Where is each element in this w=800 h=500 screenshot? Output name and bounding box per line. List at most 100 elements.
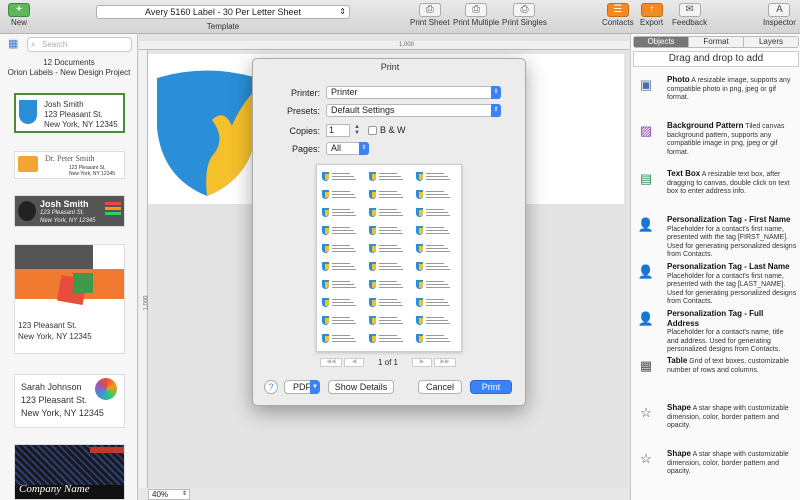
shield-logo[interactable]	[152, 68, 262, 200]
print-button[interactable]: Print	[470, 380, 512, 394]
thumb-line: Josh Smith	[44, 100, 84, 109]
preview-text-line	[426, 341, 450, 342]
show-details-button[interactable]: Show Details	[328, 380, 394, 394]
avatar	[18, 201, 36, 221]
pages-select[interactable]: All ⇕	[326, 142, 369, 155]
shield-logo	[369, 208, 376, 217]
object-table[interactable]: ▦ Table Grid of text boxes, customizable…	[637, 356, 797, 387]
preview-text-line	[426, 284, 448, 285]
preview-text-line	[379, 302, 401, 303]
preview-text-line	[332, 233, 356, 234]
object-shape[interactable]: ☆ Shape A star shape with customizable d…	[637, 449, 797, 486]
preview-text-line	[332, 335, 350, 336]
preview-text-line	[426, 194, 448, 195]
preview-text-line	[379, 191, 397, 192]
printer-icon: ⎙	[513, 3, 536, 17]
preview-text-line	[379, 215, 403, 216]
preview-text-line	[379, 317, 397, 318]
copies-stepper[interactable]: ▲ ▼	[353, 124, 361, 137]
envelope-icon: ✉	[678, 3, 701, 17]
document-thumb-4[interactable]: 123 Pleasant St. New York, NY 12345	[14, 244, 125, 354]
preview-text-line	[379, 269, 403, 270]
preview-label	[415, 171, 455, 185]
preview-text-line	[426, 269, 450, 270]
new-label: New	[10, 18, 27, 27]
document-thumb-3[interactable]: Josh Smith 123 Pleasant St. New York, NY…	[14, 195, 125, 227]
tab-format[interactable]: Format	[689, 37, 744, 47]
document-thumb-6[interactable]: Company Name	[14, 444, 125, 500]
help-button[interactable]: ?	[264, 380, 278, 394]
printer-select[interactable]: Printer ⇕	[326, 86, 501, 99]
print-sheet-button[interactable]: ⎙ Print Sheet	[410, 3, 450, 27]
preview-text-line	[426, 338, 448, 339]
object-text: Personalization Tag - Full Address Placeh…	[667, 309, 797, 355]
tab-layers[interactable]: Layers	[744, 37, 798, 47]
object-tag-last-name[interactable]: 👤 Personalization Tag - Last Name Placeho…	[637, 262, 797, 307]
feedback-button[interactable]: ✉ Feedback	[672, 3, 707, 27]
preview-text-line	[332, 176, 354, 177]
document-count: 12 Documents Orion Labels - New Design P…	[0, 58, 138, 78]
preview-text-line	[426, 281, 444, 282]
object-tag-first-name[interactable]: 👤 Personalization Tag - First Name Placeh…	[637, 215, 797, 260]
object-title: Personalization Tag - First Name	[667, 215, 791, 224]
preview-label	[368, 243, 408, 257]
document-thumb-2[interactable]: Dr. Peter Smith 123 Pleasant St. New Yor…	[14, 151, 125, 179]
shield-logo	[416, 316, 423, 325]
preview-text-line	[379, 227, 397, 228]
search-field[interactable]: ⌕ Search	[27, 37, 132, 52]
printer-value: Printer	[331, 87, 358, 97]
preview-text-line	[426, 191, 444, 192]
prev-page-button[interactable]: ◀	[344, 358, 364, 367]
toolbar: + New Avery 5160 Label - 30 Per Letter S…	[0, 0, 800, 34]
cancel-button[interactable]: Cancel	[418, 380, 462, 394]
object-photo[interactable]: ▣ Photo A resizable image, supports any …	[637, 75, 797, 116]
export-button[interactable]: ↑ Export	[640, 3, 663, 27]
documents-sidebar: ▦ ⌕ Search 12 Documents Orion Labels - N…	[0, 34, 138, 500]
document-thumb-5[interactable]: Sarah Johnson 123 Pleasant St. New York,…	[14, 374, 125, 428]
preview-text-line	[332, 179, 356, 180]
print-multiple-button[interactable]: ⎙ Print Multiple	[453, 3, 499, 27]
preview-label	[368, 279, 408, 293]
presets-select[interactable]: Default Settings ⇕	[326, 104, 501, 117]
inspector-button[interactable]: A Inspector	[763, 3, 796, 27]
contacts-button[interactable]: ☰ Contacts	[602, 3, 634, 27]
template-select[interactable]: Avery 5160 Label - 30 Per Letter Sheet ⇕	[96, 5, 350, 19]
bw-checkbox[interactable]	[368, 126, 377, 135]
object-tag-full-address[interactable]: 👤 Personalization Tag - Full Address Plac…	[637, 309, 797, 355]
copies-label: Copies:	[289, 126, 320, 136]
project-name: Orion Labels - New Design Project	[7, 68, 131, 77]
chevron-down-icon: ▼	[310, 380, 320, 394]
next-page-button[interactable]: ▶	[412, 358, 432, 367]
print-singles-button[interactable]: ⎙ Print Singles	[502, 3, 547, 27]
first-page-button[interactable]: ◀◀	[320, 358, 342, 367]
preview-text-line	[332, 251, 356, 252]
preview-label	[321, 189, 361, 203]
zoom-value: 40%	[152, 490, 169, 499]
pdf-menu-button[interactable]: PDF ▼	[284, 380, 320, 394]
grid-icon[interactable]: ▦	[8, 38, 22, 50]
object-background-pattern[interactable]: ▨ Background Pattern Tiled canvas backgr…	[637, 121, 797, 162]
preview-label	[415, 207, 455, 221]
object-text-box[interactable]: ▤ Text Box A resizable text box, after d…	[637, 169, 797, 210]
tab-objects[interactable]: Objects	[634, 37, 689, 47]
preview-text-line	[379, 233, 403, 234]
star-icon: ☆	[640, 405, 652, 420]
object-shape[interactable]: ☆ Shape A star shape with customizable d…	[637, 403, 797, 440]
shield-logo	[416, 208, 423, 217]
preview-text-line	[332, 191, 350, 192]
new-button[interactable]: + New	[8, 3, 30, 27]
preview-label	[321, 315, 361, 329]
thumb-line: New York, NY 12345	[21, 408, 104, 418]
object-desc: Placeholder for a contact's first name, …	[667, 272, 797, 306]
preview-text-line	[332, 317, 350, 318]
table-icon: ▦	[639, 358, 653, 373]
thumb-line: 123 Pleasant St.	[40, 210, 85, 216]
document-thumb-1[interactable]: Josh Smith 123 Pleasant St. New York, NY…	[14, 93, 125, 133]
preview-text-line	[426, 212, 448, 213]
last-page-button[interactable]: ▶▶	[434, 358, 456, 367]
preview-label	[368, 297, 408, 311]
zoom-select[interactable]: 40% ⇕	[148, 489, 190, 500]
copies-input[interactable]: 1	[326, 124, 350, 137]
puzzle-piece	[73, 273, 93, 293]
export-label: Export	[640, 18, 664, 27]
